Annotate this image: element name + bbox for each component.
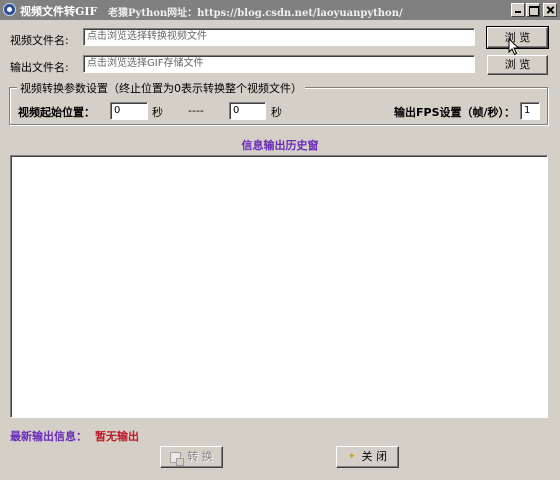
star-icon: ✦ xyxy=(347,452,356,462)
browse-output-button[interactable]: 浏 览 xyxy=(487,55,548,75)
history-textarea[interactable] xyxy=(10,155,548,418)
fps-label: 输出FPS设置（帧/秒）： xyxy=(394,106,516,119)
window-controls xyxy=(511,3,557,17)
app-icon xyxy=(3,3,16,16)
close-window-button[interactable] xyxy=(543,3,557,17)
minimize-button[interactable] xyxy=(511,3,525,17)
params-legend: 视频转换参数设置（终止位置为0表示转换整个视频文件） xyxy=(17,80,305,96)
start-position-input[interactable]: 0 xyxy=(110,102,148,120)
mouse-cursor-icon xyxy=(508,38,520,56)
title-bar[interactable]: 视频文件转GIF 老猿Python网址：https://blog.csdn.ne… xyxy=(0,0,560,20)
window-title: 视频文件转GIF xyxy=(20,5,98,18)
end-position-input[interactable]: 0 xyxy=(229,102,266,120)
start-unit-label: 秒 xyxy=(152,106,163,119)
close-button[interactable]: ✦ 关 闭 xyxy=(336,446,399,468)
input-file-label: 视频文件名: xyxy=(10,34,69,47)
maximize-button[interactable] xyxy=(526,3,540,17)
fps-input[interactable]: 1 xyxy=(520,102,540,120)
close-button-label: 关 闭 xyxy=(361,450,388,463)
latest-output-value: 暂无输出 xyxy=(95,430,139,443)
latest-output-label: 最新输出信息： xyxy=(10,430,87,443)
output-file-label: 输出文件名: xyxy=(10,61,69,74)
input-file-field[interactable]: 点击浏览选择转换视频文件 xyxy=(83,28,475,46)
output-file-field[interactable]: 点击浏览选择GIF存储文件 xyxy=(83,55,475,73)
convert-icon xyxy=(170,451,185,466)
range-separator: ---- xyxy=(188,104,204,117)
history-title: 信息输出历史窗 xyxy=(241,139,319,152)
convert-button[interactable]: 转 换 xyxy=(160,446,223,468)
convert-button-label: 转 换 xyxy=(187,450,213,463)
start-position-label: 视频起始位置： xyxy=(18,106,95,119)
end-unit-label: 秒 xyxy=(271,106,282,119)
window-subtitle: 老猿Python网址：https://blog.csdn.net/laoyuan… xyxy=(108,8,403,19)
